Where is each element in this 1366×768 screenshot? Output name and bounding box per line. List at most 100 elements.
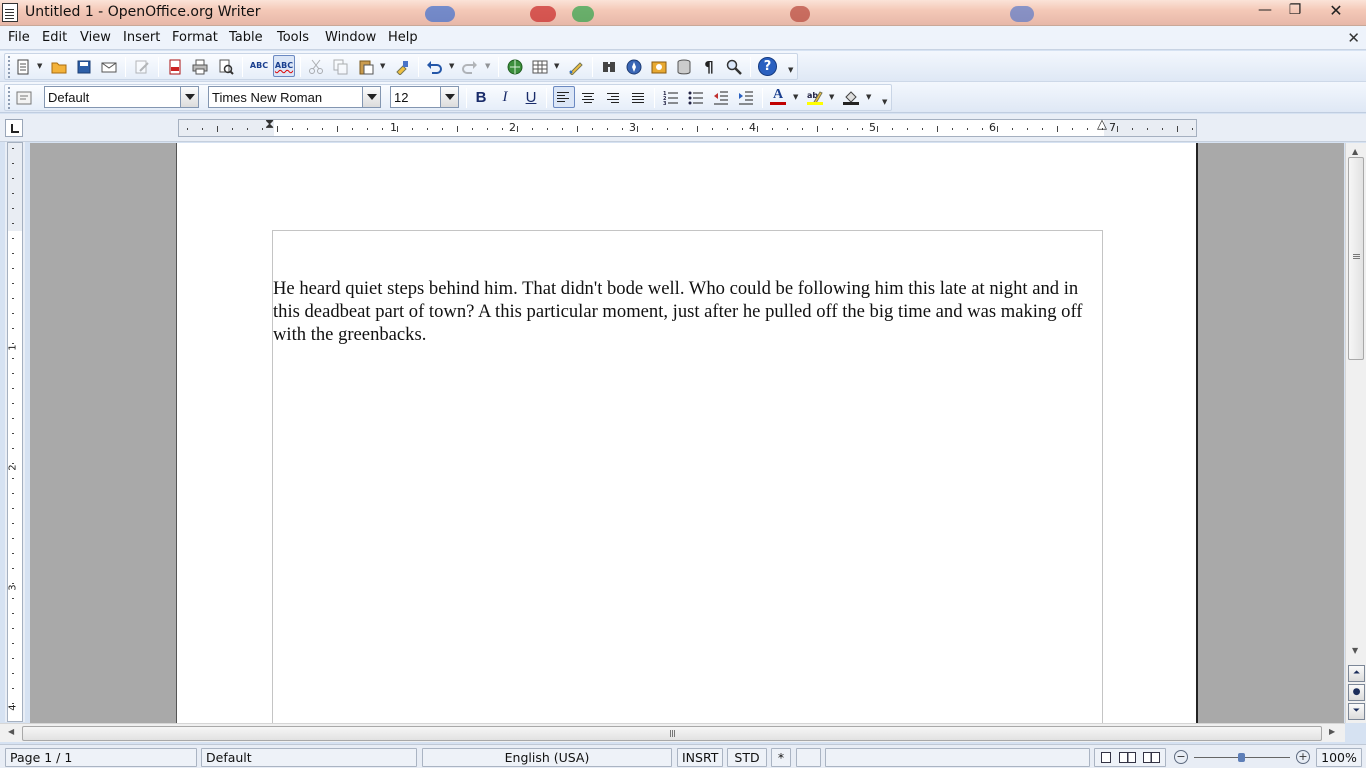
nonprinting-characters-icon[interactable]: ¶ (700, 58, 718, 76)
undo-icon[interactable] (425, 58, 443, 76)
menu-help[interactable]: Help (388, 30, 418, 45)
chevron-down-icon[interactable]: ▼ (37, 62, 45, 70)
cut-icon[interactable] (307, 58, 325, 76)
decrease-indent-icon[interactable] (712, 88, 730, 106)
highlighting-icon[interactable]: ab (806, 88, 824, 106)
page-style-status[interactable]: Default (201, 748, 417, 767)
left-indent-marker[interactable]: ⧗ (265, 117, 274, 132)
navigation-button[interactable]: ● (1348, 684, 1365, 701)
insert-mode-status[interactable]: INSRT (677, 748, 723, 767)
toolbar-grip[interactable] (8, 87, 12, 109)
font-size-combo[interactable]: 12 (390, 86, 459, 108)
paragraph-style-combo[interactable]: Default (44, 86, 199, 108)
zoom-level-status[interactable]: 100% (1316, 748, 1362, 767)
italic-button[interactable]: I (495, 89, 515, 109)
scroll-down-icon[interactable]: ▼ (1352, 646, 1358, 655)
zoom-slider-knob[interactable] (1238, 753, 1245, 762)
single-page-view-icon[interactable] (1101, 752, 1111, 763)
digital-signature-status[interactable] (796, 748, 821, 767)
save-icon[interactable] (75, 58, 93, 76)
menu-insert[interactable]: Insert (123, 30, 160, 45)
zoom-icon[interactable] (725, 58, 743, 76)
background-color-icon[interactable] (842, 88, 860, 106)
new-document-icon[interactable] (14, 58, 32, 76)
zoom-slider[interactable]: − + (1172, 748, 1312, 767)
open-icon[interactable] (50, 58, 68, 76)
tab-stop-type-button[interactable] (5, 119, 23, 137)
book-view-icon[interactable] (1143, 752, 1160, 763)
autospellcheck-icon[interactable]: ABC (273, 55, 295, 77)
help-icon[interactable]: ? (758, 57, 777, 76)
previous-page-button[interactable]: ⏶ (1348, 665, 1365, 682)
next-page-button[interactable]: ⏷ (1348, 703, 1365, 720)
chevron-down-icon[interactable]: ▼ (485, 62, 493, 70)
page-preview-icon[interactable] (217, 58, 235, 76)
chevron-down-icon[interactable]: ▼ (829, 93, 837, 101)
chevron-down-icon[interactable] (362, 87, 380, 107)
export-pdf-icon[interactable] (166, 58, 184, 76)
document-modified-status[interactable]: * (771, 748, 791, 767)
toolbar-options-icon[interactable]: ▼ (882, 98, 890, 106)
justify-icon[interactable] (629, 88, 647, 106)
gallery-icon[interactable] (650, 58, 668, 76)
bold-button[interactable]: B (471, 89, 491, 109)
chevron-down-icon[interactable]: ▼ (554, 62, 562, 70)
font-color-icon[interactable]: A (769, 87, 787, 105)
copy-icon[interactable] (332, 58, 350, 76)
data-sources-icon[interactable] (675, 58, 693, 76)
menu-tools[interactable]: Tools (277, 30, 309, 45)
chevron-down-icon[interactable] (180, 87, 198, 107)
scroll-left-icon[interactable]: ◀ (8, 727, 14, 736)
language-status[interactable]: English (USA) (422, 748, 672, 767)
scroll-up-icon[interactable]: ▲ (1352, 147, 1358, 156)
right-indent-marker[interactable]: △ (1097, 117, 1107, 132)
selection-mode-status[interactable]: STD (727, 748, 767, 767)
chevron-down-icon[interactable]: ▼ (380, 62, 388, 70)
toolbar-grip[interactable] (8, 56, 12, 78)
scroll-right-icon[interactable]: ▶ (1329, 727, 1335, 736)
align-left-icon[interactable] (553, 86, 575, 108)
horizontal-ruler[interactable]: 1 2 3 4 5 6 7 (178, 119, 1197, 137)
horizontal-scroll-thumb[interactable] (22, 726, 1322, 741)
page-number-status[interactable]: Page 1 / 1 (5, 748, 197, 767)
clone-formatting-icon[interactable] (393, 58, 411, 76)
menu-file[interactable]: File (8, 30, 30, 45)
paste-icon[interactable] (357, 58, 375, 76)
chevron-down-icon[interactable]: ▼ (449, 62, 457, 70)
font-name-combo[interactable]: Times New Roman (208, 86, 381, 108)
spellcheck-icon[interactable]: ABC (249, 57, 269, 75)
maximize-button[interactable]: ❐ (1281, 2, 1309, 20)
print-icon[interactable] (191, 58, 209, 76)
bullets-icon[interactable] (687, 88, 705, 106)
table-icon[interactable] (531, 58, 549, 76)
menu-table[interactable]: Table (229, 30, 263, 45)
chevron-down-icon[interactable]: ▼ (793, 93, 801, 101)
menu-window[interactable]: Window (325, 30, 376, 45)
minimize-button[interactable]: — (1251, 2, 1279, 20)
multi-page-view-icon[interactable] (1119, 752, 1136, 763)
zoom-out-icon[interactable]: − (1174, 750, 1188, 764)
close-window-button[interactable]: ✕ (1322, 2, 1350, 20)
zoom-in-icon[interactable]: + (1296, 750, 1310, 764)
redo-icon[interactable] (461, 58, 479, 76)
menu-format[interactable]: Format (172, 30, 218, 45)
menu-view[interactable]: View (80, 30, 111, 45)
show-draw-functions-icon[interactable] (567, 58, 585, 76)
toolbar-options-icon[interactable]: ▼ (788, 66, 796, 74)
align-center-icon[interactable] (579, 88, 597, 106)
document-body-text[interactable]: He heard quiet steps behind him. That di… (273, 277, 1103, 346)
hyperlink-icon[interactable] (506, 58, 524, 76)
find-replace-icon[interactable] (600, 58, 618, 76)
writer-document-icon[interactable] (2, 3, 18, 22)
view-layout-status[interactable] (1094, 748, 1166, 767)
increase-indent-icon[interactable] (737, 88, 755, 106)
document-page[interactable]: He heard quiet steps behind him. That di… (176, 143, 1198, 723)
menu-edit[interactable]: Edit (42, 30, 67, 45)
vertical-scroll-thumb[interactable] (1348, 157, 1364, 360)
chevron-down-icon[interactable] (440, 87, 458, 107)
styles-formatting-icon[interactable] (15, 89, 33, 107)
chevron-down-icon[interactable]: ▼ (866, 93, 874, 101)
edit-file-icon[interactable] (133, 58, 151, 76)
align-right-icon[interactable] (604, 88, 622, 106)
close-document-button[interactable]: ✕ (1347, 29, 1360, 47)
